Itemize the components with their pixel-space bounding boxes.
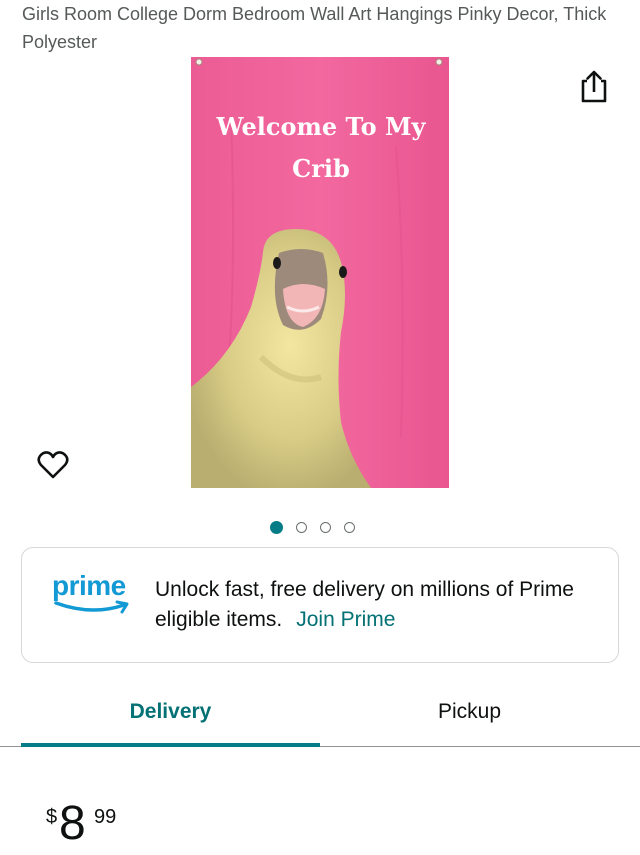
tab-delivery[interactable]: Delivery [21,690,320,734]
wishlist-button[interactable] [36,448,70,482]
carousel-dot-2[interactable] [296,521,307,533]
price-whole: 8 [59,797,86,850]
heart-icon [37,451,69,479]
prime-promo-banner: prime Unlock fast, free delivery on mill… [21,547,619,663]
product-image[interactable]: Welcome To My Crib [191,57,449,488]
carousel-dot-1[interactable] [270,520,283,534]
carousel-dot-3[interactable] [320,521,331,533]
join-prime-link[interactable]: Join Prime [296,608,395,631]
price-currency: $ [46,806,58,828]
tab-pickup[interactable]: Pickup [320,690,619,734]
share-icon [581,70,607,103]
grommet-right [435,58,443,66]
prime-message: Unlock fast, free delivery on millions o… [155,575,595,635]
fulfillment-tabs: Delivery Pickup [0,690,640,748]
banner-text-line2: Crib [292,154,350,183]
price-fraction: 99 [94,806,117,828]
prime-logo-text: prime [52,570,126,601]
product-title: Girls Room College Dorm Bedroom Wall Art… [22,4,607,52]
active-tab-indicator [21,743,320,747]
share-button[interactable] [578,68,610,104]
grommet-left [195,58,203,66]
prime-logo-icon: prime [52,570,129,614]
image-carousel-indicator[interactable] [270,519,355,535]
carousel-dot-4[interactable] [344,521,355,533]
banner-text-line1: Welcome To My [215,112,426,141]
prime-smile-icon [54,600,129,614]
